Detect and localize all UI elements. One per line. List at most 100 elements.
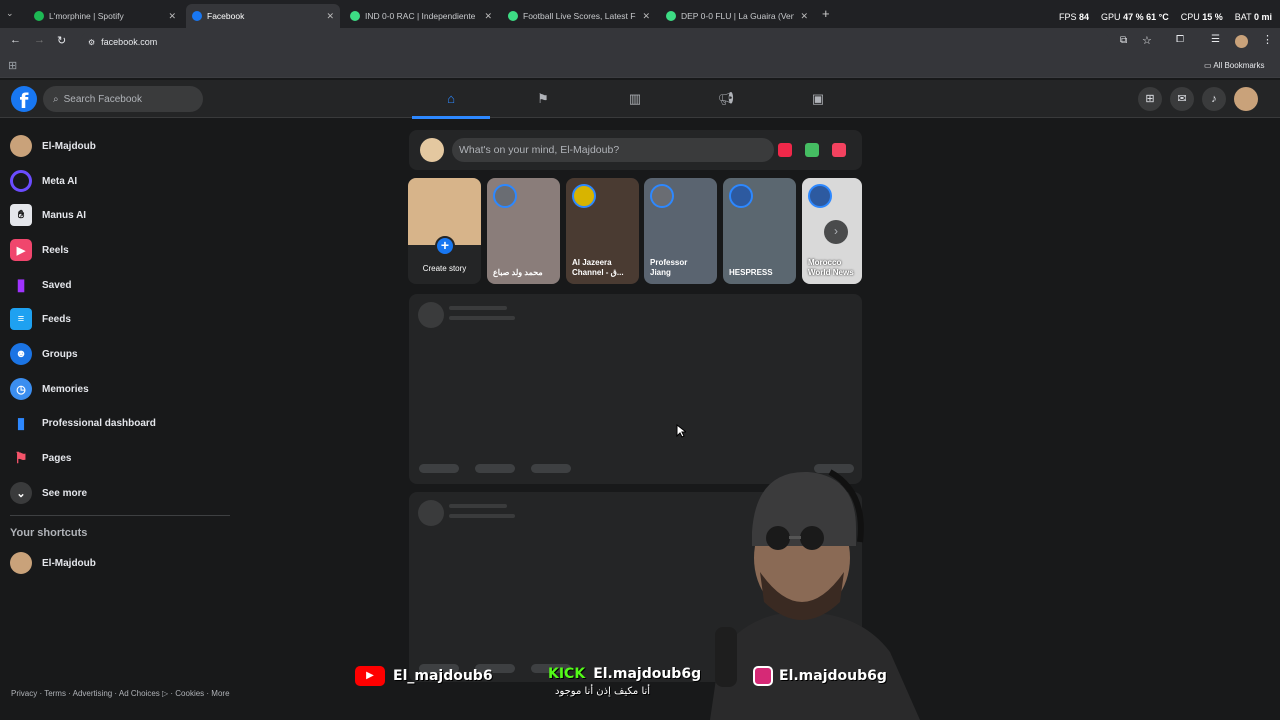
search-input[interactable]: ⌕ Search Facebook: [43, 86, 203, 112]
search-icon: ⌕: [53, 93, 59, 105]
nav-home-icon[interactable]: ⌂: [440, 88, 462, 110]
tab-title: L'morphine | Spotify: [49, 11, 124, 21]
sidebar-item-meta-ai[interactable]: Meta AI: [10, 166, 77, 196]
notifications-bell-button[interactable]: ♪: [1202, 87, 1226, 111]
tab-title: DEP 0-0 FLU | La Guaira (Ven) v: [681, 11, 795, 21]
nav-reels-icon[interactable]: ▣: [807, 88, 829, 110]
sidebar-item-profile[interactable]: El-Majdoub: [10, 131, 96, 161]
tab-football-live[interactable]: Football Live Scores, Latest Foo ✕: [502, 4, 656, 28]
dashboard-icon: ▮: [16, 415, 26, 432]
reel-icon[interactable]: [832, 143, 846, 157]
sidebar-item-label: Meta AI: [42, 175, 78, 187]
chevron-right-icon[interactable]: ›: [824, 220, 848, 244]
sidebar-item-groups[interactable]: ☻ Groups: [10, 339, 78, 369]
instagram-icon: [753, 666, 773, 686]
address-bar[interactable]: ⚙ facebook.com: [80, 32, 1110, 52]
story-card[interactable]: Professor Jiang: [644, 178, 717, 284]
nav-ads-megaphone-icon[interactable]: 📢︎: [715, 88, 737, 110]
sidebar-item-feeds[interactable]: ≡ Feeds: [10, 304, 71, 334]
story-name: HESPRESS: [729, 268, 773, 277]
bookmarks-bar: ⊞ ▭ All Bookmarks: [0, 56, 1280, 78]
forward-icon[interactable]: →: [34, 34, 45, 46]
live-video-icon[interactable]: [778, 143, 792, 157]
sidebar-item-pages[interactable]: ⚑ Pages: [10, 443, 71, 473]
reload-icon[interactable]: ↻: [57, 34, 66, 47]
chevron-down-icon: ⌄: [10, 482, 32, 504]
sidebar-item-see-more[interactable]: ⌄ See more: [10, 478, 87, 508]
memories-clock-icon: ◷: [10, 378, 32, 400]
extensions-icon[interactable]: ⧠: [1176, 34, 1184, 45]
sidebar-item-label: Pages: [42, 452, 72, 464]
install-icon[interactable]: ⧉: [1120, 35, 1127, 46]
feeds-icon: ≡: [10, 308, 32, 330]
all-bookmarks-button[interactable]: ▭ All Bookmarks: [1204, 61, 1264, 70]
close-icon[interactable]: ✕: [800, 11, 808, 22]
tab-dep-flu[interactable]: DEP 0-0 FLU | La Guaira (Ven) v ✕: [660, 4, 814, 28]
youtube-handle-text: El_majdoub6: [393, 668, 493, 684]
bookmark-star-icon[interactable]: ☆: [1142, 34, 1152, 47]
gpu-value: 47 %: [1123, 12, 1144, 22]
tab-facebook[interactable]: Facebook ✕: [186, 4, 340, 28]
shortcut-label: El-Majdoub: [42, 557, 96, 569]
site-info-icon[interactable]: ⚙: [88, 38, 95, 47]
menu-grid-button[interactable]: ⊞: [1138, 87, 1162, 111]
sidebar-item-reels[interactable]: ▶ Reels: [10, 235, 69, 265]
story-name: محمد ولد صباع: [493, 268, 543, 277]
facebook-icon: [192, 11, 202, 21]
messenger-button[interactable]: ✉: [1170, 87, 1194, 111]
sidebar-item-manus-ai[interactable]: ✋︎ Manus AI: [10, 200, 86, 230]
close-icon[interactable]: ✕: [484, 11, 492, 22]
stream-social-overlay: ▶ El_majdoub6 KICK El.majdoub6g أنا مكيف…: [355, 664, 895, 704]
sidebar-item-label: Memories: [42, 383, 89, 395]
skeleton-line: [449, 306, 507, 310]
kick-handle: KICK El.majdoub6g: [548, 666, 701, 682]
skeleton-action: [531, 464, 571, 473]
livescore-icon: [508, 11, 518, 21]
livescore-icon: [666, 11, 676, 21]
tab-title: Facebook: [207, 11, 245, 21]
back-icon[interactable]: ←: [10, 34, 21, 46]
close-icon[interactable]: ✕: [168, 11, 176, 22]
skeleton-action: [475, 464, 515, 473]
story-avatar: [493, 184, 517, 208]
browser-tab-strip: ⌄ L'morphine | Spotify ✕ Facebook ✕ IND …: [0, 0, 1280, 28]
skeleton-line: [449, 514, 515, 518]
composer-avatar[interactable]: [420, 138, 444, 162]
nav-pages-flag-icon[interactable]: ⚑: [532, 88, 554, 110]
shortcut-item[interactable]: El-Majdoub: [10, 548, 96, 578]
create-story-label: Create story: [422, 264, 467, 273]
story-card[interactable]: HESPRESS: [723, 178, 796, 284]
spotify-icon: [34, 11, 44, 21]
composer-input[interactable]: What's on your mind, El-Majdoub?: [452, 138, 774, 162]
sidebar-item-professional-dashboard[interactable]: ▮ Professional dashboard: [10, 408, 156, 438]
story-card[interactable]: Al Jazeera Channel - ق...: [566, 178, 639, 284]
close-icon[interactable]: ✕: [326, 11, 334, 22]
tab-ind-rac[interactable]: IND 0-0 RAC | Independiente (I ✕: [344, 4, 498, 28]
sidebar-item-saved[interactable]: ▮ Saved: [10, 270, 72, 300]
apps-icon[interactable]: ⊞: [8, 59, 17, 72]
sidebar-item-label: See more: [42, 487, 88, 499]
facebook-logo[interactable]: f: [11, 86, 37, 113]
sidebar-item-memories[interactable]: ◷ Memories: [10, 374, 89, 404]
account-avatar[interactable]: [1234, 87, 1258, 111]
profile-avatar[interactable]: [1235, 35, 1248, 48]
gpu-temp: 61 °C: [1146, 12, 1169, 22]
nav-dashboard-icon[interactable]: ▥: [624, 88, 646, 110]
tab-spotify[interactable]: L'morphine | Spotify ✕: [28, 4, 182, 28]
kick-handle-text: El.majdoub6g: [593, 666, 702, 682]
new-tab-button[interactable]: +: [822, 6, 830, 21]
tab-search-icon[interactable]: ⌄: [6, 8, 20, 22]
story-name: Professor Jiang: [650, 258, 688, 277]
sidebar-item-label: El-Majdoub: [42, 140, 96, 152]
reading-list-icon[interactable]: ☰: [1211, 34, 1220, 45]
cpu-label: CPU: [1180, 12, 1200, 22]
url-text: facebook.com: [101, 37, 158, 47]
search-placeholder: Search Facebook: [63, 93, 142, 105]
story-card[interactable]: محمد ولد صباع: [487, 178, 560, 284]
close-icon[interactable]: ✕: [642, 11, 650, 22]
browser-toolbar: ← → ↻ ⚙ facebook.com ⧉ ☆ ⧠ ☰ ⋮: [0, 28, 1280, 56]
create-story-card[interactable]: + Create story: [408, 178, 481, 284]
photo-video-icon[interactable]: [805, 143, 819, 157]
footer-links[interactable]: Privacy · Terms · Advertising · Ad Choic…: [11, 688, 231, 699]
menu-icon[interactable]: ⋮: [1262, 33, 1273, 46]
